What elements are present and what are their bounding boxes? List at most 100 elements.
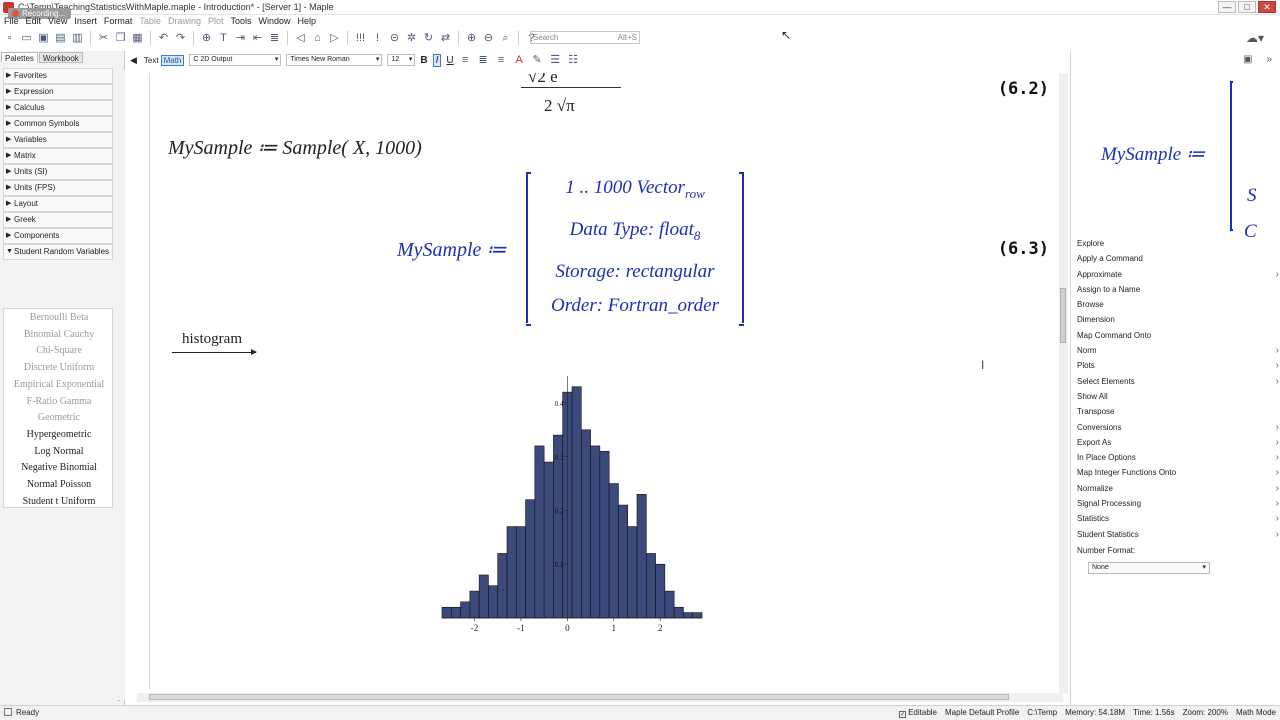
redo-icon[interactable]: ↷ bbox=[174, 32, 187, 45]
print-icon[interactable]: ▤ bbox=[54, 32, 67, 45]
palette-section[interactable]: Expression bbox=[3, 84, 113, 100]
context-menu-item[interactable]: Dimension bbox=[1071, 312, 1280, 327]
menu-plot[interactable]: Plot bbox=[208, 15, 224, 28]
context-menu-item[interactable]: Conversions bbox=[1071, 420, 1280, 435]
execute-all-icon[interactable]: !!! bbox=[354, 32, 367, 45]
italic-button[interactable]: I bbox=[432, 53, 442, 67]
menu-format[interactable]: Format bbox=[104, 15, 133, 28]
context-menu-item[interactable]: Browse bbox=[1071, 297, 1280, 312]
output-matrix[interactable]: 1 .. 1000 Vectorrow Data Type: float8 St… bbox=[526, 172, 744, 326]
remove-output-icon[interactable]: ⇄ bbox=[439, 32, 452, 45]
number-format-select[interactable]: None bbox=[1088, 562, 1210, 574]
bullet-list-icon[interactable]: ☰ bbox=[549, 54, 562, 67]
palette-section[interactable]: Greek bbox=[3, 212, 113, 228]
random-variable-item[interactable]: Geometric bbox=[4, 412, 114, 423]
minimize-button[interactable]: — bbox=[1218, 1, 1236, 13]
text-mode-button[interactable]: Text bbox=[142, 56, 161, 65]
back-icon[interactable]: ◁ bbox=[294, 32, 307, 45]
tab-palettes[interactable]: Palettes bbox=[1, 52, 38, 63]
math-input-line[interactable]: MySample ≔ Sample( X, 1000) bbox=[168, 135, 422, 160]
palette-section[interactable]: Layout bbox=[3, 196, 113, 212]
context-menu-item[interactable]: Explore bbox=[1071, 236, 1280, 251]
histogram-plot[interactable]: -2 -1 0 1 2 0.1 0.2 0.3 0.4 bbox=[430, 368, 715, 643]
insert-section-icon[interactable]: ⇥ bbox=[234, 32, 247, 45]
context-menu-item[interactable]: Apply a Command bbox=[1071, 251, 1280, 266]
panel-arrow-icon[interactable]: ◀ bbox=[130, 55, 137, 66]
context-menu-item[interactable]: Assign to a Name bbox=[1071, 282, 1280, 297]
scrollbar-thumb[interactable] bbox=[149, 694, 1009, 700]
zoom-in-icon[interactable]: ⊕ bbox=[465, 32, 478, 45]
new-icon[interactable]: ▫ bbox=[3, 32, 16, 45]
outdent-icon[interactable]: ≣ bbox=[268, 32, 281, 45]
palette-section[interactable]: Common Symbols bbox=[3, 116, 113, 132]
random-variable-item[interactable]: Discrete Uniform bbox=[4, 362, 114, 373]
palette-section[interactable]: Variables bbox=[3, 132, 113, 148]
bold-button[interactable]: B bbox=[420, 55, 427, 66]
context-menu-item[interactable]: Norm bbox=[1071, 343, 1280, 358]
menu-drawing[interactable]: Drawing bbox=[168, 15, 201, 28]
random-variable-item[interactable]: Empirical Exponential bbox=[4, 379, 114, 390]
context-menu-item[interactable]: In Place Options bbox=[1071, 450, 1280, 465]
context-menu-item[interactable]: Approximate bbox=[1071, 267, 1280, 282]
palette-scrollbar[interactable] bbox=[116, 70, 125, 700]
random-variable-item[interactable]: Normal Poisson bbox=[4, 479, 114, 490]
context-menu-item[interactable]: Plots bbox=[1071, 358, 1280, 373]
context-menu-item[interactable]: Transpose bbox=[1071, 404, 1280, 419]
copy-icon[interactable]: ❐ bbox=[114, 32, 127, 45]
random-variable-item[interactable]: Binomial Cauchy bbox=[4, 329, 114, 340]
open-icon[interactable]: ▭ bbox=[20, 32, 33, 45]
palette-section[interactable]: Matrix bbox=[3, 148, 113, 164]
palette-section[interactable]: Components bbox=[3, 228, 113, 244]
worksheet-document[interactable]: √2 e 2 √π (6.2) MySample ≔ Sample( X, 10… bbox=[149, 73, 1059, 690]
execute-icon[interactable]: ! bbox=[371, 32, 384, 45]
insert-text-icon[interactable]: T bbox=[217, 32, 230, 45]
interrupt-icon[interactable]: ⊝ bbox=[388, 32, 401, 45]
numbered-list-icon[interactable]: ☷ bbox=[567, 54, 580, 67]
context-menu-item[interactable]: Statistics bbox=[1071, 511, 1280, 526]
home-icon[interactable]: ⌂ bbox=[311, 32, 324, 45]
menu-insert[interactable]: Insert bbox=[74, 15, 97, 28]
random-variable-item[interactable]: Bernoulli Beta bbox=[4, 312, 114, 323]
palette-section[interactable]: Favorites bbox=[3, 68, 113, 84]
highlight-icon[interactable]: ✎ bbox=[531, 54, 544, 67]
random-variable-item[interactable]: Student t Uniform bbox=[4, 496, 114, 507]
context-menu-item[interactable]: Export As bbox=[1071, 435, 1280, 450]
forward-icon[interactable]: ▷ bbox=[328, 32, 341, 45]
random-variable-item[interactable]: Hypergeometric bbox=[4, 429, 114, 440]
math-mode-button[interactable]: Math bbox=[160, 54, 185, 66]
maximize-button[interactable]: □ bbox=[1238, 1, 1256, 13]
text-color-icon[interactable]: A bbox=[513, 54, 526, 67]
underline-button[interactable]: U bbox=[446, 55, 453, 66]
cut-icon[interactable]: ✂ bbox=[97, 32, 110, 45]
align-left-icon[interactable]: ≡ bbox=[459, 54, 472, 67]
menu-window[interactable]: Window bbox=[258, 15, 290, 28]
style-select[interactable]: C 2D Output bbox=[189, 54, 282, 66]
menu-tools[interactable]: Tools bbox=[230, 15, 251, 28]
random-variable-item[interactable]: F-Ratio Gamma bbox=[4, 396, 114, 407]
context-menu-item[interactable]: Map Integer Functions Onto bbox=[1071, 465, 1280, 480]
scrollbar-thumb[interactable] bbox=[1060, 288, 1066, 343]
menu-help[interactable]: Help bbox=[298, 15, 317, 28]
font-size-select[interactable]: 12 bbox=[387, 54, 416, 66]
cloud-icon[interactable]: ☁▾ bbox=[1246, 31, 1264, 45]
menu-table[interactable]: Table bbox=[139, 15, 161, 28]
context-menu-item[interactable]: Select Elements bbox=[1071, 374, 1280, 389]
tab-workbook[interactable]: Workbook bbox=[38, 52, 83, 63]
collapse-right-icon[interactable]: » bbox=[1266, 54, 1272, 65]
zoom-out-icon[interactable]: ⊖ bbox=[482, 32, 495, 45]
undo-icon[interactable]: ↶ bbox=[157, 32, 170, 45]
font-select[interactable]: Times New Roman bbox=[286, 54, 383, 66]
context-menu-item[interactable]: Show All bbox=[1071, 389, 1280, 404]
menu-file[interactable]: File bbox=[4, 15, 19, 28]
align-center-icon[interactable]: ≣ bbox=[477, 54, 490, 67]
context-menu-item[interactable]: Signal Processing bbox=[1071, 496, 1280, 511]
document-horizontal-scrollbar[interactable] bbox=[137, 693, 1063, 702]
palette-section[interactable]: Units (FPS) bbox=[3, 180, 113, 196]
context-menu-item[interactable]: Student Statistics bbox=[1071, 527, 1280, 542]
editable-toggle[interactable]: ✓ Editable bbox=[899, 706, 937, 720]
menu-view[interactable]: View bbox=[48, 15, 67, 28]
save-icon[interactable]: ▣ bbox=[37, 32, 50, 45]
panel-options-icon[interactable]: ▣ bbox=[1243, 54, 1252, 65]
paste-icon[interactable]: ▦ bbox=[131, 32, 144, 45]
insert-math-icon[interactable]: ⊕ bbox=[200, 32, 213, 45]
